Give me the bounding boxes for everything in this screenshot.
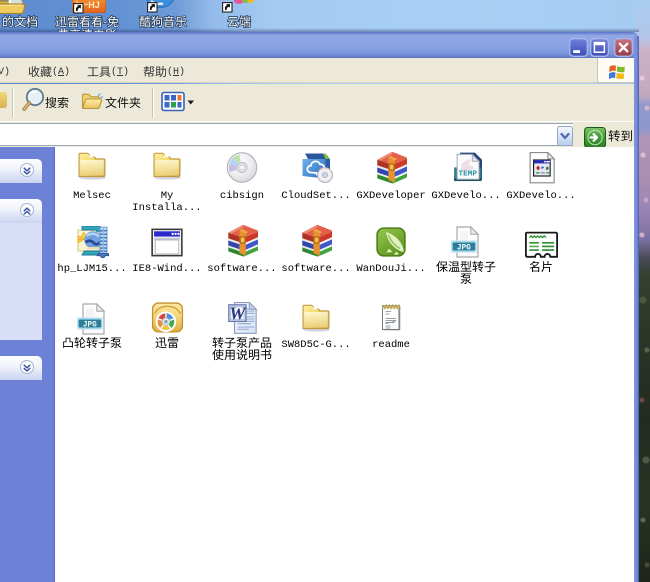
svg-text:TEMP: TEMP: [459, 170, 478, 178]
svg-text:W: W: [229, 303, 247, 323]
svg-text:JPG: JPG: [457, 244, 471, 252]
svg-text:JPG: JPG: [83, 321, 97, 329]
svg-text:HJ: HJ: [88, 0, 100, 10]
